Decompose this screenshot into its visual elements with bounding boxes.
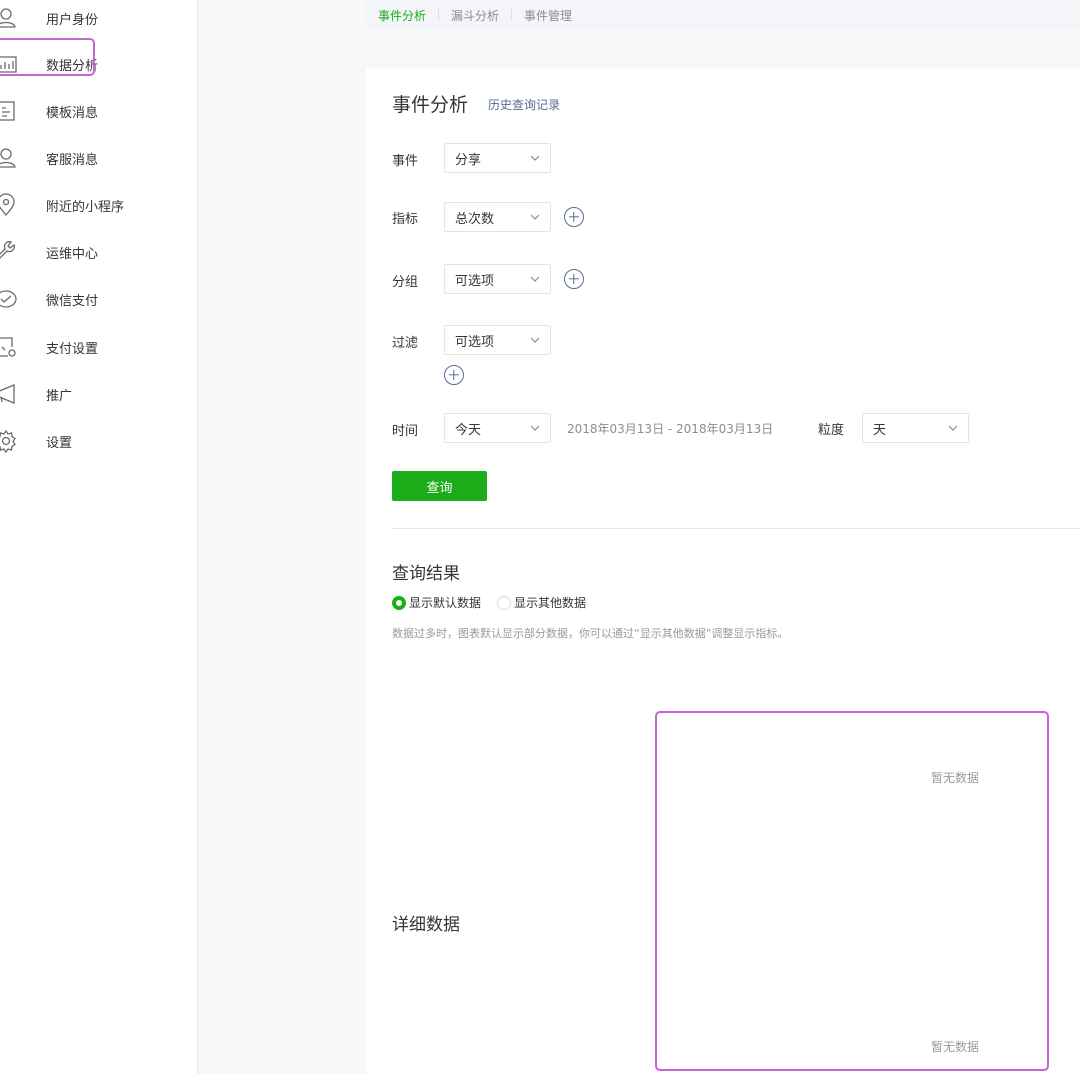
main-panel: 事件分析 历史查询记录 事件 分享 指标 总次数 分组 可选项 过滤 可选项 时… [366,68,1080,1074]
sidebar-item-label: 模板消息 [46,105,99,121]
radio-other-data[interactable] [497,595,512,610]
group-select[interactable]: 可选项 [444,264,551,294]
chevron-down-icon [948,425,958,431]
filter-label: 过滤 [392,336,419,351]
sub-tab-bar: 事件分析 漏斗分析 事件管理 [366,0,1080,30]
tab-event-analysis[interactable]: 事件分析 [366,7,438,24]
section-divider [392,528,1080,529]
event-select-value: 分享 [455,152,482,168]
sidebar-item-customer-service[interactable]: 客服消息 [0,140,198,176]
sidebar-item-label: 设置 [46,435,73,451]
chevron-down-icon [530,276,540,282]
metric-select-value: 总次数 [455,211,495,227]
event-label: 事件 [392,154,419,169]
chevron-down-icon [530,155,540,161]
radio-default-data[interactable] [392,595,406,610]
annotation-highlight [655,711,1049,1071]
group-label: 分组 [392,275,419,290]
page-title: 事件分析 [392,94,469,116]
megaphone-icon [0,382,18,406]
granularity-select-value: 天 [873,422,887,438]
location-icon [0,193,18,217]
metric-select[interactable]: 总次数 [444,202,551,232]
metric-label: 指标 [392,212,419,227]
results-hint: 数据过多时，图表默认显示部分数据，你可以通过“显示其他数据”调整显示指标。 [392,627,789,640]
radio-other-label[interactable]: 显示其他数据 [514,594,586,611]
chevron-down-icon [530,337,540,343]
chevron-down-icon [530,214,540,220]
tab-event-management[interactable]: 事件管理 [512,7,584,24]
data-display-radio-group: 显示默认数据 显示其他数据 [392,594,586,611]
sidebar-item-label: 客服消息 [46,152,99,168]
sidebar-item-label: 支付设置 [46,341,99,357]
chevron-down-icon [530,425,540,431]
payment-settings-icon [0,335,18,359]
radio-default-label[interactable]: 显示默认数据 [409,594,481,611]
date-range-text: 2018年03月13日 - 2018年03月13日 [567,422,774,436]
history-query-link[interactable]: 历史查询记录 [488,96,560,113]
granularity-select[interactable]: 天 [862,413,969,443]
sidebar-item-settings[interactable]: 设置 [0,423,198,459]
sidebar-item-promotion[interactable]: 推广 [0,376,198,412]
sidebar-item-label: 微信支付 [46,293,99,309]
event-select[interactable]: 分享 [444,143,551,173]
tab-funnel-analysis[interactable]: 漏斗分析 [439,7,511,24]
sidebar-item-wechat-pay[interactable]: 微信支付 [0,281,198,317]
query-button[interactable]: 查询 [392,471,487,501]
details-title: 详细数据 [392,915,460,935]
sidebar-item-payment-settings[interactable]: 支付设置 [0,329,198,365]
time-label: 时间 [392,424,419,439]
sidebar-item-template-message[interactable]: 模板消息 [0,93,198,129]
time-select[interactable]: 今天 [444,413,551,443]
granularity-label: 粒度 [818,423,845,438]
sidebar-item-label: 推广 [46,388,73,404]
group-select-value: 可选项 [455,273,495,289]
add-metric-icon[interactable] [564,207,584,227]
sidebar: 用户身份 数据分析 模板消息 客服消息 附近的小程序 运维中心 微信支付 支付设… [0,0,198,1074]
filter-select[interactable]: 可选项 [444,325,551,355]
wrench-icon [0,240,18,264]
sidebar-item-label: 运维中心 [46,246,99,262]
results-title: 查询结果 [392,564,460,584]
customer-service-icon [0,146,18,170]
sidebar-item-label: 附近的小程序 [46,199,125,215]
annotation-highlight [0,38,95,76]
sidebar-item-operations-center[interactable]: 运维中心 [0,234,198,270]
template-icon [0,99,18,123]
gear-icon [0,429,18,453]
add-group-icon[interactable] [564,269,584,289]
add-filter-icon[interactable] [444,365,464,385]
user-icon [0,6,18,30]
sidebar-item-label: 用户身份 [46,12,99,28]
sidebar-item-user-identity[interactable]: 用户身份 [0,0,198,36]
wechat-pay-icon [0,287,18,311]
filter-select-value: 可选项 [455,334,495,350]
sidebar-item-nearby-miniprograms[interactable]: 附近的小程序 [0,187,198,223]
time-select-value: 今天 [455,422,482,438]
